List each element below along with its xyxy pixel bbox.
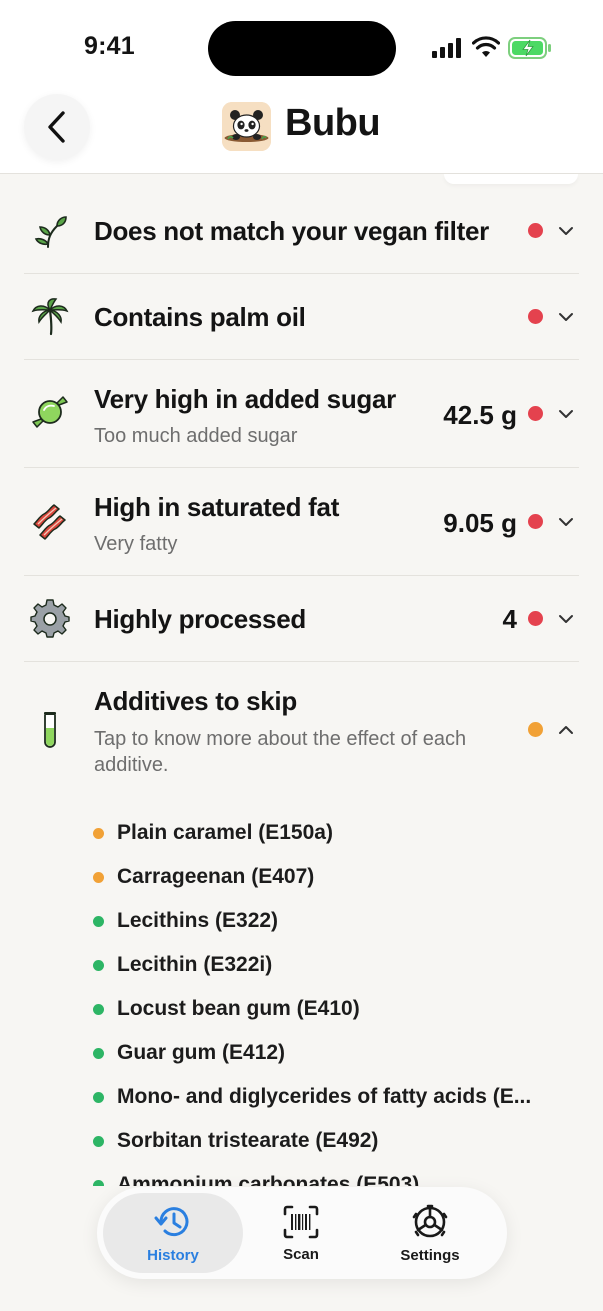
tab-settings[interactable]: Settings [360, 1193, 500, 1273]
test-tube-icon [44, 712, 56, 748]
cellular-signal-icon [432, 38, 461, 58]
status-dot-bad [528, 611, 543, 626]
row-highly-processed[interactable]: Highly processed 4 [24, 576, 579, 662]
row-saturated-fat[interactable]: High in saturated fat Very fatty 9.05 g [24, 468, 579, 576]
additive-item[interactable]: Lecithins (E322) [93, 906, 278, 936]
status-dot-bad [528, 309, 543, 324]
row-title: Contains palm oil [94, 302, 306, 332]
status-dot-good [93, 959, 104, 971]
status-dot-moderate [93, 871, 104, 883]
status-dot-bad [528, 223, 543, 238]
row-subtitle: Tap to know more about the effect of eac… [94, 728, 467, 776]
additive-label: Lecithin (E322i) [117, 953, 273, 976]
chevron-down-icon[interactable] [558, 226, 574, 236]
row-value: 4 [502, 604, 517, 634]
status-dot-good [93, 915, 104, 927]
row-subtitle: Too much added sugar [94, 425, 298, 447]
additive-label: Mono- and diglycerides of fatty acids (E… [117, 1085, 532, 1108]
additive-label: Plain caramel (E150a) [117, 821, 333, 844]
row-title: Does not match your vegan filter [94, 216, 489, 246]
barcode-scan-icon [283, 1205, 319, 1238]
row-additives[interactable]: Additives to skip Tap to know more about… [24, 662, 579, 792]
status-time: 9:41 [84, 32, 135, 60]
status-bar: 9:41 [0, 0, 603, 96]
tab-label: Scan [283, 1245, 319, 1263]
status-dot-bad [528, 406, 543, 421]
additive-item[interactable]: Lecithin (E322i) [93, 950, 272, 980]
status-dot-good [93, 1135, 104, 1147]
dynamic-island [208, 21, 396, 76]
app-title: Bubu [285, 102, 381, 144]
status-dot-good [93, 1047, 104, 1059]
row-title: Very high in added sugar [94, 384, 396, 414]
additive-label: Locust bean gum (E410) [117, 997, 360, 1020]
additive-label: Carrageenan (E407) [117, 865, 315, 888]
status-dot-bad [528, 514, 543, 529]
back-button[interactable] [24, 94, 90, 160]
row-subtitle: Very fatty [94, 533, 178, 555]
status-dot-good [93, 1091, 104, 1103]
tab-label: Settings [400, 1246, 460, 1264]
additive-item[interactable]: Locust bean gum (E410) [93, 994, 360, 1024]
bottom-tab-bar: History Scan Settings [97, 1187, 507, 1279]
candy-icon [32, 396, 68, 428]
chevron-down-icon[interactable] [558, 517, 574, 527]
additive-item[interactable]: Carrageenan (E407) [93, 862, 314, 892]
additive-label: Guar gum (E412) [117, 1041, 286, 1064]
gear-icon [30, 599, 70, 638]
row-added-sugar[interactable]: Very high in added sugar Too much added … [24, 360, 579, 468]
status-dot-good [93, 1003, 104, 1015]
row-vegan-filter[interactable]: Does not match your vegan filter [24, 188, 579, 274]
additive-label: Sorbitan tristearate (E492) [117, 1129, 379, 1152]
history-icon [154, 1206, 189, 1236]
wifi-icon [472, 36, 500, 57]
palm-tree-icon [31, 298, 69, 336]
row-palm-oil[interactable]: Contains palm oil [24, 274, 579, 360]
tab-label: History [147, 1246, 199, 1264]
chevron-down-icon[interactable] [558, 409, 574, 419]
header-pill [444, 174, 578, 184]
battery-charging-icon [508, 37, 551, 59]
app-header: Bubu [0, 94, 603, 174]
row-value: 9.05 g [443, 508, 517, 538]
sprout-icon [34, 216, 67, 248]
additive-item[interactable]: Mono- and diglycerides of fatty acids (E… [93, 1082, 531, 1112]
chevron-down-icon[interactable] [558, 312, 574, 322]
additive-item[interactable]: Sorbitan tristearate (E492) [93, 1126, 378, 1156]
chevron-left-icon [48, 111, 65, 143]
settings-gear-icon [412, 1204, 448, 1237]
additive-item[interactable]: Guar gum (E412) [93, 1038, 285, 1068]
tab-scan[interactable]: Scan [231, 1193, 371, 1273]
status-dot-moderate [93, 827, 104, 839]
chevron-up-icon[interactable] [558, 725, 574, 735]
tab-history[interactable]: History [103, 1193, 243, 1273]
bacon-icon [33, 504, 66, 540]
status-dot-moderate [528, 722, 543, 737]
additive-item[interactable]: Plain caramel (E150a) [93, 818, 333, 848]
row-title: Additives to skip [94, 686, 297, 716]
row-title: Highly processed [94, 604, 306, 634]
row-value: 42.5 g [443, 400, 517, 430]
additive-label: Lecithins (E322) [117, 909, 279, 932]
panda-logo-icon [222, 102, 271, 151]
row-title: High in saturated fat [94, 492, 340, 522]
chevron-down-icon[interactable] [558, 614, 574, 624]
